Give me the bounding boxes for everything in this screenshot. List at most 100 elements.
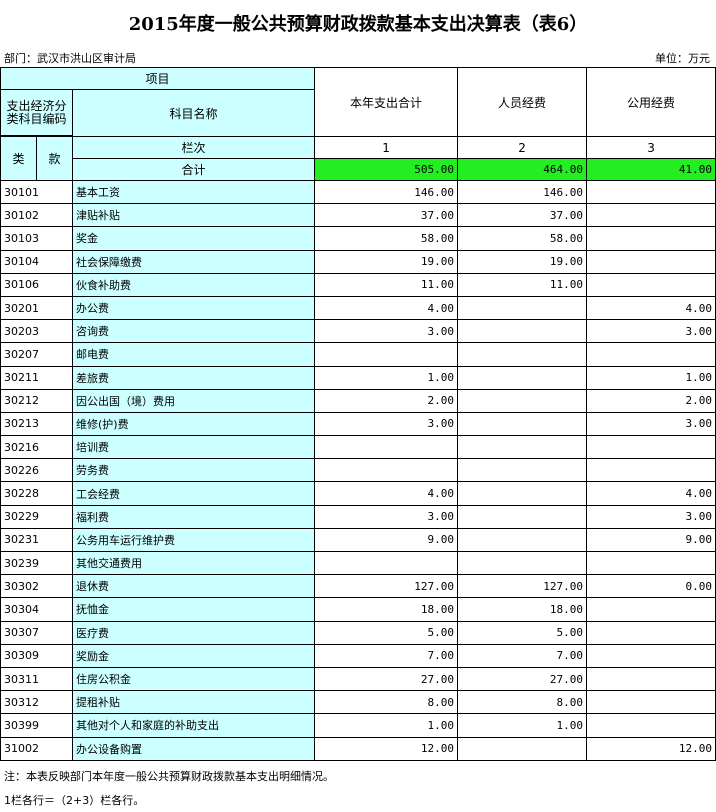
row-code: 30212 (0, 388, 73, 413)
row-name: 邮电费 (71, 342, 316, 367)
row-v2 (457, 342, 588, 367)
row-name: 咨询费 (71, 319, 316, 344)
department-label: 部门：武汉市洪山区审计局 (4, 52, 136, 65)
row-code: 30307 (0, 620, 73, 645)
row-v2 (457, 319, 588, 344)
row-v1: 3.00 (314, 504, 459, 529)
row-v2: 27.00 (457, 666, 588, 692)
header-col1: 本年支出合计 (314, 67, 459, 137)
table-row: 30104 社会保障缴费 19.00 19.00 (0, 249, 716, 274)
page-title: 2015年度一般公共预算财政拨款基本支出决算表（表6） (128, 14, 588, 35)
row-v2 (457, 481, 588, 506)
header-name-label: 科目名称 (71, 89, 316, 137)
table-row: 30101 基本工资 146.00 146.00 (0, 179, 716, 205)
row-v3: 3.00 (586, 504, 716, 529)
row-v1: 27.00 (314, 666, 459, 692)
row-code: 30101 (0, 179, 73, 205)
row-v2: 5.00 (457, 620, 588, 645)
row-name: 其他交通费用 (71, 550, 316, 576)
row-v1 (314, 550, 459, 576)
row-code: 30228 (0, 481, 73, 506)
row-v1: 58.00 (314, 226, 459, 251)
row-v2: 58.00 (457, 226, 588, 251)
table-row: 30302 退休费 127.00 127.00 0.00 (0, 574, 716, 599)
row-v1: 12.00 (314, 736, 459, 761)
row-code: 30216 (0, 435, 73, 460)
table-row: 30307 医疗费 5.00 5.00 (0, 620, 716, 645)
row-v1: 4.00 (314, 295, 459, 321)
row-name: 奖金 (71, 226, 316, 251)
row-code: 30226 (0, 458, 73, 483)
row-name: 退休费 (71, 574, 316, 599)
row-name: 其他对个人和家庭的补助支出 (71, 713, 316, 738)
row-v3 (586, 249, 716, 274)
row-v3 (586, 666, 716, 692)
row-code: 30231 (0, 527, 73, 553)
row-v1: 1.00 (314, 365, 459, 390)
table-row: 30226 劳务费 (0, 458, 716, 483)
row-v2: 18.00 (457, 597, 588, 622)
row-v1: 7.00 (314, 643, 459, 668)
table-row: 30203 咨询费 3.00 3.00 (0, 319, 716, 344)
row-v2: 11.00 (457, 272, 588, 297)
table-row: 30102 津贴补贴 37.00 37.00 (0, 203, 716, 228)
row-v2: 146.00 (457, 179, 588, 205)
row-name: 因公出国（境）费用 (71, 388, 316, 413)
row-code: 30309 (0, 643, 73, 668)
row-code: 30399 (0, 713, 73, 738)
row-v3: 3.00 (586, 411, 716, 437)
row-name: 津贴补贴 (71, 203, 316, 228)
row-name: 差旅费 (71, 365, 316, 390)
row-v3: 12.00 (586, 736, 716, 761)
row-name: 奖励金 (71, 643, 316, 668)
row-v2: 7.00 (457, 643, 588, 668)
table-row: 30212 因公出国（境）费用 2.00 2.00 (0, 388, 716, 413)
row-v1: 3.00 (314, 411, 459, 437)
row-v2: 127.00 (457, 574, 588, 599)
table-row: 30399 其他对个人和家庭的补助支出 1.00 1.00 (0, 713, 716, 738)
row-v2 (457, 365, 588, 390)
total-v3: 41.00 (586, 158, 716, 181)
row-v1 (314, 342, 459, 367)
row-v3: 3.00 (586, 319, 716, 344)
row-v1: 127.00 (314, 574, 459, 599)
table-row: 30309 奖励金 7.00 7.00 (0, 643, 716, 668)
table-row: 30304 抚恤金 18.00 18.00 (0, 597, 716, 622)
row-name: 办公费 (71, 295, 316, 321)
row-v3: 0.00 (586, 574, 716, 599)
row-v2 (457, 504, 588, 529)
row-code: 30103 (0, 226, 73, 251)
row-v2 (457, 736, 588, 761)
row-v3 (586, 342, 716, 367)
row-v2 (457, 295, 588, 321)
table-row: 30103 奖金 58.00 58.00 (0, 226, 716, 251)
row-code: 30312 (0, 690, 73, 715)
row-v1: 37.00 (314, 203, 459, 228)
row-name: 劳务费 (71, 458, 316, 483)
row-v3: 2.00 (586, 388, 716, 413)
row-v1: 2.00 (314, 388, 459, 413)
row-v2 (457, 527, 588, 553)
table-row: 30228 工会经费 4.00 4.00 (0, 481, 716, 506)
table-row: 30311 住房公积金 27.00 27.00 (0, 666, 716, 692)
row-v1: 19.00 (314, 249, 459, 274)
row-name: 办公设备购置 (71, 736, 316, 761)
table-row: 30211 差旅费 1.00 1.00 (0, 365, 716, 390)
row-code: 30106 (0, 272, 73, 297)
row-v3 (586, 597, 716, 622)
row-v3 (586, 435, 716, 460)
table-row: 30201 办公费 4.00 4.00 (0, 295, 716, 321)
row-v3: 1.00 (586, 365, 716, 390)
row-v3: 4.00 (586, 295, 716, 321)
row-name: 基本工资 (71, 179, 316, 205)
row-v1: 146.00 (314, 179, 459, 205)
header-lanci: 栏次 (71, 136, 316, 159)
row-code: 30239 (0, 550, 73, 576)
row-v3: 4.00 (586, 481, 716, 506)
header-col2: 人员经费 (457, 67, 588, 137)
row-name: 住房公积金 (71, 666, 316, 692)
row-v2 (457, 550, 588, 576)
budget-table: 项目 本年支出合计 人员经费 公用经费 支出经济分类科目编码 科目名称 类 款 … (0, 67, 716, 761)
table-row: 30312 提租补贴 8.00 8.00 (0, 690, 716, 715)
row-name: 抚恤金 (71, 597, 316, 622)
